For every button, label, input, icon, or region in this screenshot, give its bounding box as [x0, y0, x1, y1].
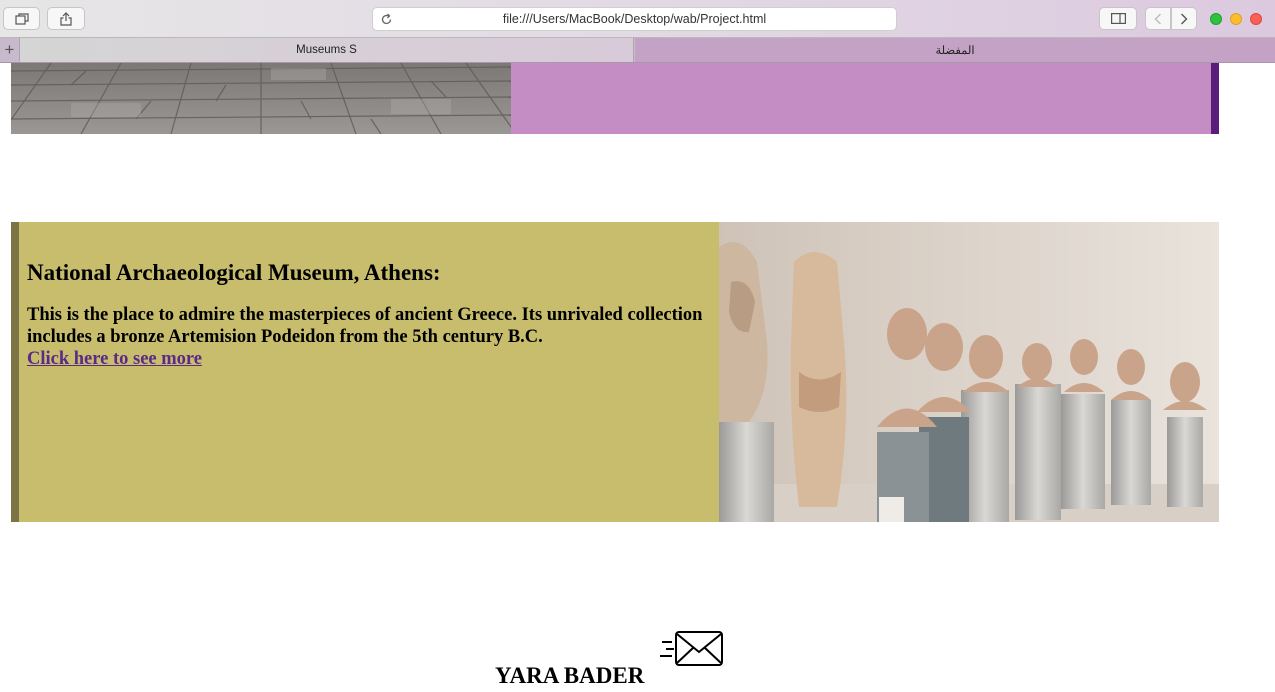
see-more-link[interactable]: Click here to see more: [27, 348, 202, 370]
mail-icon[interactable]: [660, 630, 724, 673]
share-icon: [60, 11, 72, 26]
sidebar-button[interactable]: [1099, 7, 1137, 30]
forward-button[interactable]: [1171, 7, 1197, 30]
close-window-button[interactable]: [1250, 13, 1262, 25]
address-bar[interactable]: file:///Users/MacBook/Desktop/wab/Projec…: [372, 7, 897, 31]
share-button[interactable]: [47, 7, 85, 30]
footer-author-name: YARA BADER: [495, 663, 645, 688]
minimize-window-button[interactable]: [1230, 13, 1242, 25]
tab-bar: + Museums S المفضلة: [0, 38, 1275, 63]
stone-pavement-photo: [11, 63, 511, 134]
back-button[interactable]: [1145, 7, 1171, 30]
tabs-overview-icon: [14, 12, 29, 25]
maximize-window-button[interactable]: [1210, 13, 1222, 25]
chevron-left-icon: [1154, 13, 1161, 24]
page-viewport: National Archaeological Museum, Athens: …: [0, 63, 1275, 692]
chevron-right-icon: [1181, 13, 1188, 24]
previous-museum-card: [11, 63, 1219, 134]
purple-info-panel: [511, 63, 1219, 134]
url-text: file:///Users/MacBook/Desktop/wab/Projec…: [502, 12, 767, 26]
museum-title: National Archaeological Museum, Athens:: [27, 260, 441, 285]
museum-text-block: National Archaeological Museum, Athens: …: [27, 260, 727, 370]
sidebar-icon: [1110, 13, 1126, 24]
museum-card: National Archaeological Museum, Athens: …: [11, 222, 1219, 522]
marble-busts-photo: [719, 222, 1219, 522]
tab-favorites[interactable]: المفضلة: [635, 38, 1275, 62]
tab-museums[interactable]: Museums S: [20, 38, 634, 62]
browser-toolbar: file:///Users/MacBook/Desktop/wab/Projec…: [0, 0, 1275, 38]
museum-description: This is the place to admire the masterpi…: [27, 305, 703, 347]
show-tabs-button[interactable]: [3, 7, 40, 30]
new-tab-button[interactable]: +: [0, 38, 20, 62]
